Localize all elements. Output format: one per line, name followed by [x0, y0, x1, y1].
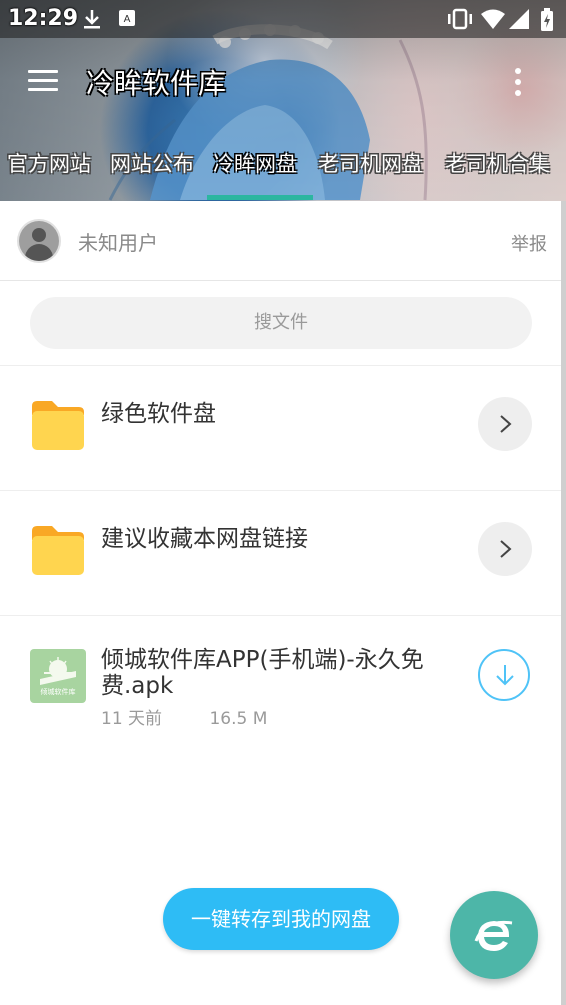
download-arrow-icon: [496, 665, 514, 686]
wifi-icon: [481, 9, 505, 29]
user-name: 未知用户: [78, 231, 158, 255]
save-to-my-disk-button[interactable]: 一键转存到我的网盘: [163, 888, 399, 950]
battery-charging-icon: [541, 8, 553, 31]
apk-file-icon: 倾城软件库: [30, 649, 86, 703]
apk-icon-label: 倾城软件库: [40, 688, 76, 696]
vibrate-icon: [448, 8, 472, 30]
open-folder-button[interactable]: [478, 522, 532, 576]
more-vert-icon[interactable]: [512, 68, 524, 98]
header-banner: 12:29 A 冷眸软件库 官方网站 网站公布 冷眸网盘 老司机网盘 老司机合集: [0, 0, 566, 201]
status-bar: 12:29 A: [0, 0, 566, 38]
search-input[interactable]: 搜文件: [30, 297, 532, 349]
folder-icon: [32, 526, 84, 575]
list-item[interactable]: 绿色软件盘: [0, 366, 566, 491]
file-item[interactable]: 倾城软件库 倾城软件库APP(手机端)-永久免费.apk 11 天前 16.5 …: [0, 617, 566, 737]
folder-title: 建议收藏本网盘链接: [101, 526, 308, 552]
tab-laosiji-collection[interactable]: 老司机合集: [445, 148, 550, 178]
app-toolbar: 冷眸软件库: [0, 44, 566, 120]
tab-site-announcement[interactable]: 网站公布: [110, 148, 194, 178]
tab-laosiji-netdisk[interactable]: 老司机网盘: [318, 148, 423, 178]
folder-icon: [32, 401, 84, 450]
browser-fab[interactable]: [450, 891, 538, 979]
download-button[interactable]: [478, 649, 530, 701]
chevron-right-icon: [500, 540, 512, 558]
folder-title: 绿色软件盘: [101, 401, 216, 427]
scroll-edge: [561, 201, 566, 1005]
report-link[interactable]: 举报: [511, 230, 547, 256]
active-tab-indicator: [207, 195, 313, 200]
menu-icon[interactable]: [28, 70, 58, 94]
tab-lengmou-netdisk[interactable]: 冷眸网盘: [213, 148, 297, 178]
file-age: 11 天前: [101, 709, 163, 729]
search-row: 搜文件: [0, 281, 566, 366]
chevron-right-icon: [500, 415, 512, 433]
browser-e-icon: [474, 920, 513, 951]
download-icon: [84, 10, 100, 29]
open-folder-button[interactable]: [478, 397, 532, 451]
app-title: 冷眸软件库: [86, 67, 227, 100]
file-meta: 11 天前 16.5 M: [101, 704, 267, 729]
keyboard-icon: A: [119, 10, 135, 26]
list-item[interactable]: 建议收藏本网盘链接: [0, 491, 566, 616]
file-title: 倾城软件库APP(手机端)-永久免费.apk: [101, 647, 424, 699]
tab-official-site[interactable]: 官方网站: [7, 148, 91, 178]
avatar[interactable]: [19, 221, 59, 261]
user-row: 未知用户 举报: [0, 201, 566, 281]
tab-bar: 官方网站 网站公布 冷眸网盘 老司机网盘 老司机合集: [0, 140, 566, 201]
status-time: 12:29: [8, 6, 79, 31]
file-size: 16.5 M: [209, 709, 268, 729]
svg-text:A: A: [124, 14, 131, 25]
signal-icon: [509, 9, 529, 29]
